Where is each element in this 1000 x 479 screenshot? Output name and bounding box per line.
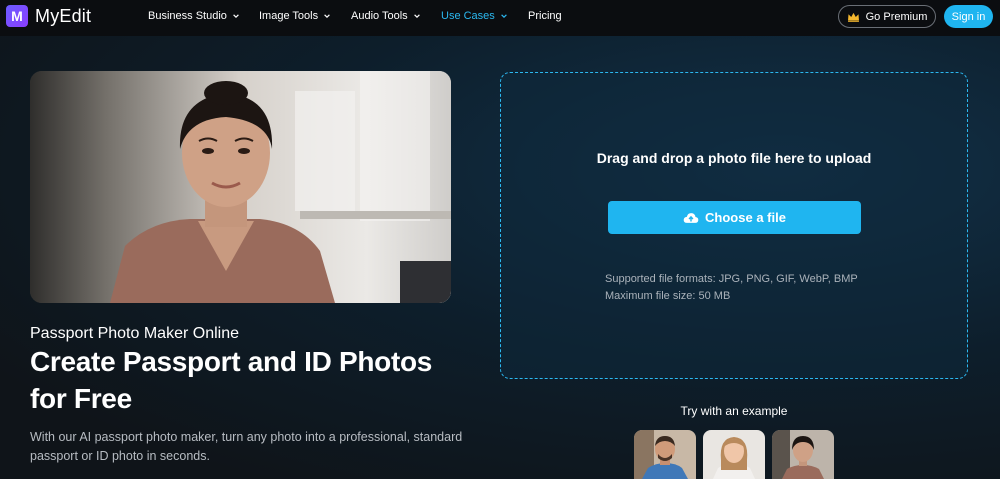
choose-file-button[interactable]: Choose a file xyxy=(608,201,861,234)
top-navbar: M MyEdit Business Studio Image Tools Aud… xyxy=(0,0,1000,36)
go-premium-button[interactable]: Go Premium xyxy=(838,5,936,28)
page-title: Create Passport and ID Photos for Free xyxy=(30,346,433,414)
dropzone-title: Drag and drop a photo file here to uploa… xyxy=(596,150,872,166)
hero-woman-photo xyxy=(30,71,451,303)
upload-dropzone[interactable]: Drag and drop a photo file here to uploa… xyxy=(500,72,968,379)
logo-text: MyEdit xyxy=(35,5,92,26)
chevron-down-icon xyxy=(500,14,507,19)
example-woman-image xyxy=(772,430,834,479)
nav-business-studio-label: Business Studio xyxy=(148,10,227,22)
cloud-upload-icon xyxy=(683,212,699,223)
max-file-size-text: Maximum file size: 50 MB xyxy=(605,290,731,302)
myedit-logo-icon: M xyxy=(6,5,28,27)
nav-use-cases[interactable]: Use Cases xyxy=(441,10,508,22)
logo[interactable]: M MyEdit xyxy=(6,5,91,27)
nav-audio-tools[interactable]: Audio Tools xyxy=(351,10,421,22)
chevron-down-icon xyxy=(324,14,330,19)
sign-in-button[interactable]: Sign in xyxy=(944,5,993,28)
upload-info: Supported file formats: JPG, PNG, GIF, W… xyxy=(605,271,858,305)
page-subtitle: Passport Photo Maker Online xyxy=(30,325,239,342)
nav-pricing-label: Pricing xyxy=(528,10,562,22)
example-thumb-man[interactable] xyxy=(634,430,696,479)
chevron-down-icon xyxy=(233,14,239,19)
nav-business-studio[interactable]: Business Studio xyxy=(148,10,240,22)
example-thumb-girl[interactable] xyxy=(703,430,765,479)
nav-use-cases-label: Use Cases xyxy=(441,10,495,22)
nav-image-tools-label: Image Tools xyxy=(259,10,319,22)
go-premium-label: Go Premium xyxy=(865,10,928,23)
example-man-image xyxy=(634,430,696,479)
choose-file-label: Choose a file xyxy=(705,210,786,225)
supported-formats-text: Supported file formats: JPG, PNG, GIF, W… xyxy=(605,273,858,285)
example-thumb-woman[interactable] xyxy=(772,430,834,479)
chevron-down-icon xyxy=(413,14,420,19)
nav-image-tools[interactable]: Image Tools xyxy=(259,10,331,22)
crown-icon xyxy=(847,12,859,22)
woman-portrait-image xyxy=(30,71,451,303)
hero-description: With our AI passport photo maker, turn a… xyxy=(30,430,463,463)
try-example-label: Try with an example xyxy=(680,404,788,418)
example-girl-image xyxy=(703,430,765,479)
nav-audio-tools-label: Audio Tools xyxy=(351,10,408,22)
nav-pricing[interactable]: Pricing xyxy=(528,10,562,22)
